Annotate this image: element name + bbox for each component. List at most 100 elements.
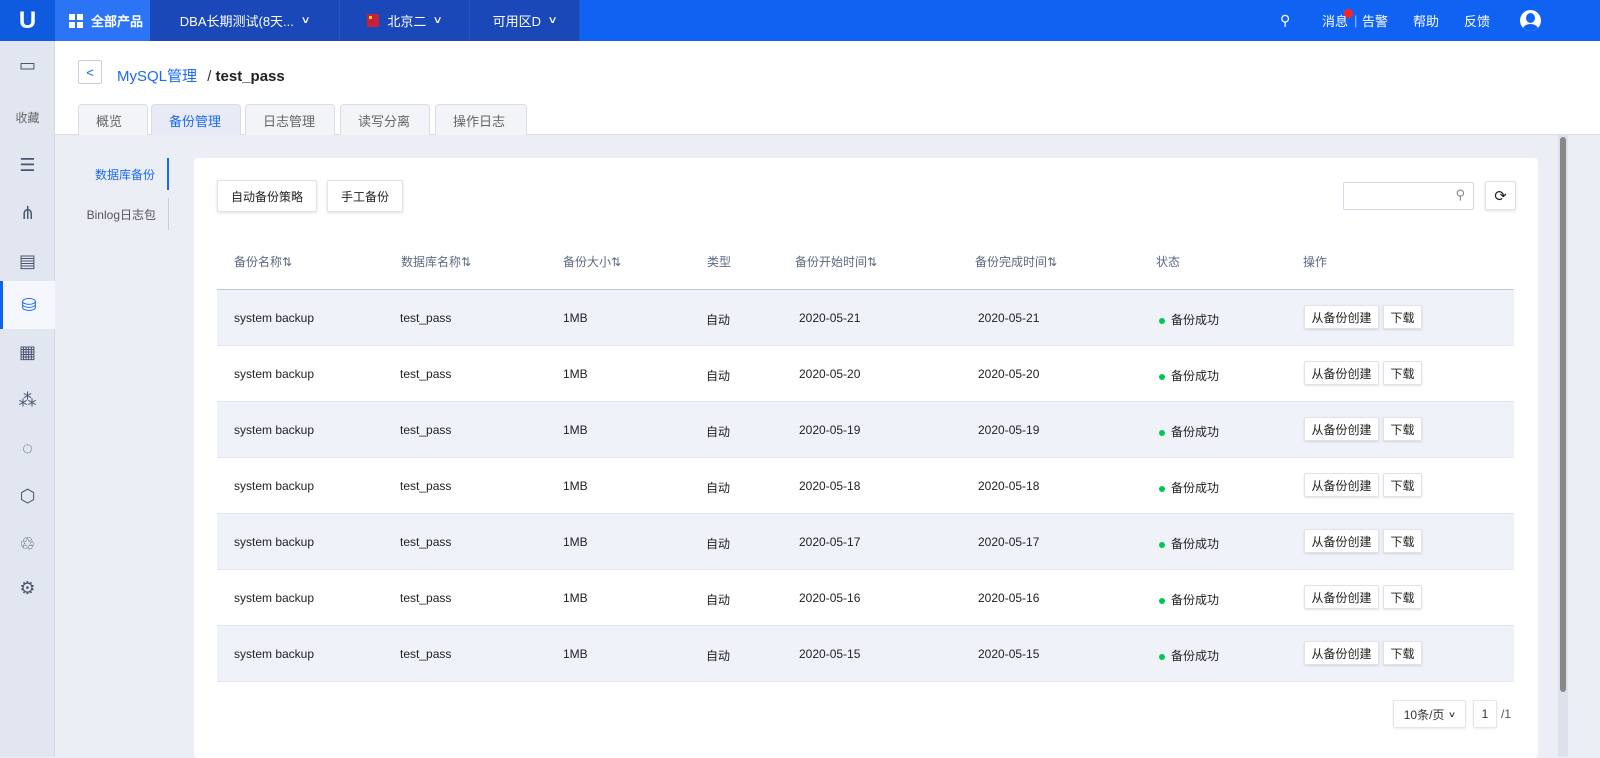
download-button[interactable]: 下载: [1383, 305, 1422, 329]
table-row: system backup test_pass 1MB 自动 2020-05-17 202…: [217, 514, 1514, 570]
project-selector[interactable]: DBA长期测试(8天... ∨: [150, 0, 340, 41]
document-icon[interactable]: ▤: [0, 237, 55, 285]
logo[interactable]: U: [0, 0, 55, 41]
cell-db: test_pass: [400, 591, 452, 605]
cell-end: 2020-05-18: [978, 479, 1040, 493]
tab-overview[interactable]: 概览: [78, 104, 148, 135]
manual-backup-button[interactable]: 手工备份: [327, 180, 403, 212]
monitoring-icon[interactable]: ◌: [0, 424, 55, 472]
help-link[interactable]: 帮助: [1413, 0, 1439, 41]
cell-status: 备份成功: [1159, 479, 1219, 496]
status-text: 备份成功: [1171, 313, 1220, 327]
cell-type: 自动: [706, 425, 731, 439]
cell-start: 2020-05-18: [799, 479, 861, 493]
monitor-icon[interactable]: ▭: [0, 41, 55, 89]
subnav-binlog[interactable]: Binlog日志包: [55, 198, 169, 230]
cell-type: 自动: [706, 481, 731, 495]
cell-start: 2020-05-21: [799, 311, 861, 325]
backup-card: 自动备份策略 手工备份 ⚲ ⟳ 备份名称⇅ 数据库名称⇅ 备份大小⇅ 类型 备份…: [194, 158, 1538, 758]
cell-name: system backup: [234, 367, 315, 381]
download-button[interactable]: 下载: [1383, 417, 1422, 441]
tab-logs[interactable]: 日志管理: [245, 104, 335, 135]
cell-name: system backup: [234, 423, 315, 437]
download-button[interactable]: 下载: [1383, 585, 1422, 609]
cell-db: test_pass: [400, 367, 452, 381]
cell-size: 1MB: [563, 367, 588, 381]
favorites-label[interactable]: 收藏: [0, 93, 55, 141]
user-avatar[interactable]: [1520, 10, 1541, 31]
cell-db: test_pass: [400, 647, 452, 661]
cluster-icon[interactable]: ⁂: [0, 376, 55, 424]
table-row: system backup test_pass 1MB 自动 2020-05-19 202…: [217, 402, 1514, 458]
chevron-down-icon: ∨: [1448, 709, 1457, 719]
database-icon[interactable]: ⛁: [0, 281, 55, 329]
alerts-link[interactable]: 告警: [1362, 0, 1388, 41]
col-start[interactable]: 备份开始时间⇅: [795, 253, 877, 270]
download-button[interactable]: 下载: [1383, 529, 1422, 553]
cell-name: system backup: [234, 647, 315, 661]
feedback-link[interactable]: 反馈: [1464, 0, 1490, 41]
cell-status: 备份成功: [1159, 423, 1219, 440]
create-from-backup-button[interactable]: 从备份创建: [1304, 585, 1379, 609]
cell-start: 2020-05-15: [799, 647, 861, 661]
search-input[interactable]: ⚲: [1343, 182, 1474, 210]
cell-end: 2020-05-21: [978, 311, 1040, 325]
download-button[interactable]: 下载: [1383, 361, 1422, 385]
sidebar: ▭ 收藏 ☰ ⋔ ▤ ⛁ ▦ ⁂ ◌ ⬡ ♲ ⚙: [0, 41, 55, 757]
cell-start: 2020-05-17: [799, 535, 861, 549]
status-text: 备份成功: [1171, 649, 1220, 663]
auto-backup-policy-button[interactable]: 自动备份策略: [217, 180, 317, 212]
cell-size: 1MB: [563, 591, 588, 605]
table-row: system backup test_pass 1MB 自动 2020-05-15 202…: [217, 626, 1514, 682]
hexagon-icon[interactable]: ⬡: [0, 472, 55, 520]
tab-backup[interactable]: 备份管理: [151, 104, 241, 135]
create-from-backup-button[interactable]: 从备份创建: [1304, 473, 1379, 497]
breadcrumb-mysql[interactable]: MySQL管理: [117, 68, 197, 85]
create-from-backup-button[interactable]: 从备份创建: [1304, 305, 1379, 329]
create-from-backup-button[interactable]: 从备份创建: [1304, 417, 1379, 441]
back-button[interactable]: <: [78, 60, 102, 84]
refresh-icon: ⟳: [1494, 187, 1507, 205]
cell-end: 2020-05-15: [978, 647, 1040, 661]
col-end[interactable]: 备份完成时间⇅: [975, 253, 1057, 270]
col-backup-name[interactable]: 备份名称⇅: [234, 253, 292, 270]
messages-link[interactable]: 消息: [1322, 0, 1348, 41]
cell-size: 1MB: [563, 479, 588, 493]
network-icon[interactable]: ⋔: [0, 189, 55, 237]
region-selector[interactable]: 北京二 ∨: [340, 0, 470, 41]
search-icon[interactable]: ⚲: [1280, 0, 1290, 41]
china-flag-icon: [367, 14, 380, 27]
create-from-backup-button[interactable]: 从备份创建: [1304, 529, 1379, 553]
cell-type: 自动: [706, 649, 731, 663]
status-dot: [1159, 373, 1165, 380]
download-button[interactable]: 下载: [1383, 473, 1422, 497]
all-products-button[interactable]: 全部产品: [55, 0, 150, 41]
create-from-backup-button[interactable]: 从备份创建: [1304, 641, 1379, 665]
col-db-name[interactable]: 数据库名称⇅: [401, 253, 471, 270]
recycle-icon[interactable]: ♲: [0, 520, 55, 568]
cell-db: test_pass: [400, 535, 452, 549]
tab-operation-log[interactable]: 操作日志: [435, 104, 527, 135]
servers-icon[interactable]: ☰: [0, 141, 55, 189]
breadcrumb: MySQL管理 / test_pass: [117, 65, 285, 86]
settings-icon[interactable]: ⚙: [0, 564, 55, 612]
page-size-select[interactable]: 10条/页 ∨: [1393, 700, 1466, 728]
scrollbar[interactable]: [1558, 135, 1568, 757]
create-from-backup-button[interactable]: 从备份创建: [1304, 361, 1379, 385]
cell-status: 备份成功: [1159, 535, 1219, 552]
col-status: 状态: [1156, 255, 1181, 269]
col-size[interactable]: 备份大小⇅: [563, 253, 621, 270]
table-row: system backup test_pass 1MB 自动 2020-05-16 202…: [217, 570, 1514, 626]
divider: |: [1354, 13, 1358, 28]
refresh-button[interactable]: ⟳: [1485, 181, 1516, 210]
apps-icon[interactable]: ▦: [0, 328, 55, 376]
tab-rw-split[interactable]: 读写分离: [340, 104, 430, 135]
download-button[interactable]: 下载: [1383, 641, 1422, 665]
zone-selector[interactable]: 可用区D ∨: [470, 0, 580, 41]
scrollbar-thumb[interactable]: [1560, 137, 1566, 692]
subnav-db-backup[interactable]: 数据库备份: [55, 158, 169, 190]
status-text: 备份成功: [1171, 593, 1220, 607]
cell-status: 备份成功: [1159, 311, 1219, 328]
page-input[interactable]: 1: [1473, 700, 1497, 728]
chevron-down-icon: ∨: [547, 15, 558, 26]
